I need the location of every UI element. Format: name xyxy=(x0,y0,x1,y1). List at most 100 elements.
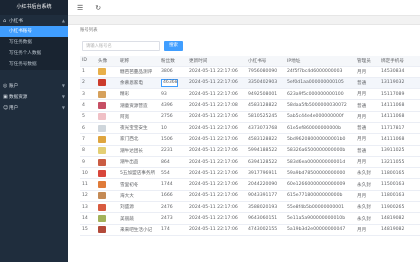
menu-group-label: 用户 xyxy=(9,105,19,111)
cell-admin: 永久封 xyxy=(355,212,379,225)
table-row[interactable]: 4 潮童资源营造 4396 2024-05-11 22:17:08 4583128822… xyxy=(80,99,420,112)
menu-group-xiaohongshu[interactable]: ⌂ 小红书 ▲ xyxy=(0,15,68,26)
sidebar-item-account-data[interactable]: 写任务号数据 xyxy=(0,59,68,70)
cell-ip: 55e8f4b5b00000000001 xyxy=(285,201,355,214)
table-row[interactable]: 10 5五加盟店事务所 554 2024-05-11 22:17:06 39177969… xyxy=(80,167,420,180)
cell-avatar xyxy=(96,212,118,225)
cell-ip: 5ef0d1aa000000000105 xyxy=(285,77,355,90)
table-header-row: ID 头像 昵称 粉丝数 更新时间 小红书号 IP地址 管理员 绑定手机号 xyxy=(80,56,420,67)
chevron-down-icon: ▼ xyxy=(61,83,65,88)
table-row[interactable]: 6 夜光宝宝安生 10 2024-05-11 22:17:06 4373073768 61… xyxy=(80,122,420,135)
cell-fans: 1744 xyxy=(159,178,187,191)
avatar xyxy=(98,68,106,76)
cell-phone: 13211055 xyxy=(379,156,420,169)
tab-strip xyxy=(68,16,420,25)
column-header: 更新时间 xyxy=(187,56,246,67)
table-row[interactable]: 8 潮牛达团长 2231 2024-05-11 22:17:06 5994188522 5… xyxy=(80,145,420,157)
cell-name: 5五加盟店事务所 xyxy=(118,167,159,180)
cell-fans: 46368 xyxy=(159,77,187,90)
column-header: 管理员 xyxy=(355,56,379,67)
cell-phone: 11800163 xyxy=(379,190,420,203)
cell-ip: 58326a6500000000000b xyxy=(285,145,355,157)
fans-edit-field[interactable]: 46368 xyxy=(161,78,178,87)
cell-name: 海大大 xyxy=(118,190,159,203)
cell-avatar xyxy=(96,111,118,123)
column-header[interactable]: ID xyxy=(80,56,96,67)
cell-id: 13 xyxy=(80,201,96,214)
app-title: 小红书后台系统 xyxy=(0,0,68,15)
table-row[interactable]: 12 海大大 1666 2024-05-11 22:17:06 9043391177 61… xyxy=(80,190,420,203)
table-row[interactable]: 14 美丽蔬 2473 2024-05-11 22:17:06 9643060151 5e… xyxy=(80,212,420,225)
cell-name: 美丽蔬 xyxy=(118,212,159,225)
cell-fans: 4396 xyxy=(159,99,187,112)
cell-name: 夜光宝宝安生 xyxy=(118,122,159,135)
avatar xyxy=(98,215,106,222)
cell-id: 3 xyxy=(80,88,96,101)
cell-phone: 14530834 xyxy=(379,66,420,78)
table-row[interactable]: 9 潮牛出品 864 2024-05-11 22:17:06 6394128522 583… xyxy=(80,156,420,169)
sidebar-item-task-data[interactable]: 写任务数据 xyxy=(0,37,68,48)
cell-admin: 永久封 xyxy=(355,167,379,180)
cell-time: 2024-05-11 22:17:06 xyxy=(187,190,246,203)
cell-rid: 4583128822 xyxy=(246,133,285,146)
refresh-icon[interactable]: ↻ xyxy=(95,4,101,12)
menu-group-label: 账户 xyxy=(9,83,19,89)
cell-admin: 普通 xyxy=(355,145,379,157)
table-row[interactable]: 15 来来吧生活小记 174 2024-05-11 22:17:06 474300215… xyxy=(80,224,420,236)
cell-fans: 864 xyxy=(159,156,187,169)
table-row[interactable]: 3 精彩 93 2024-05-11 22:17:06 9492508001 623a9f… xyxy=(80,88,420,101)
avatar xyxy=(98,135,106,143)
cell-rid: 4743002155 xyxy=(246,224,285,236)
menu-toggle-icon[interactable]: ☰ xyxy=(77,4,83,12)
cell-name: 阿宽 xyxy=(118,111,159,123)
cell-ip: 60e12660000000000009 xyxy=(285,178,355,191)
cell-fans: 554 xyxy=(159,167,187,180)
chevron-down-icon: ▼ xyxy=(61,105,65,110)
cell-rid: 2044220090 xyxy=(246,178,285,191)
cell-name: 刘盛源 xyxy=(118,201,159,214)
cell-rid: 3588020193 xyxy=(246,201,285,214)
cell-admin: 月月 xyxy=(355,66,379,78)
menu-group-users[interactable]: ☺ 用户 ▼ xyxy=(0,102,68,113)
table-row[interactable]: 1 糖芭芭蔓品测评 3806 2024-05-11 22:17:06 795608009… xyxy=(80,66,420,78)
cell-rid: 5994188522 xyxy=(246,145,285,157)
cell-time: 2024-05-11 22:17:06 xyxy=(187,167,246,180)
avatar xyxy=(98,79,106,87)
cell-id: 15 xyxy=(80,224,96,236)
cell-id: 12 xyxy=(80,190,96,203)
column-header: 头像 xyxy=(96,56,118,67)
cell-rid: 9492508001 xyxy=(246,88,285,101)
breadcrumb: 账号列表 xyxy=(80,28,98,33)
cell-fans: 2756 xyxy=(159,111,187,123)
cell-phone: 14111068 xyxy=(379,111,420,123)
cell-avatar xyxy=(96,145,118,157)
sidebar-item-personal-data[interactable]: 写任务个人数据 xyxy=(0,48,68,59)
avatar xyxy=(98,226,106,234)
menu-group-label: 小红书 xyxy=(9,18,23,24)
search-button[interactable]: 搜索 xyxy=(164,41,183,51)
table-row[interactable]: 11 雪里初冬 1744 2024-05-11 22:17:06 2044220090 6… xyxy=(80,178,420,191)
cell-time: 2024-05-11 22:17:06 xyxy=(187,178,246,191)
cell-admin: 月月 xyxy=(355,133,379,146)
search-input[interactable] xyxy=(82,41,160,51)
menu-group-account[interactable]: ◎ 账户 ▼ xyxy=(0,80,68,91)
cell-rid: 3917796911 xyxy=(246,167,285,180)
cell-rid: 9643060151 xyxy=(246,212,285,225)
cell-avatar xyxy=(96,66,118,78)
chevron-down-icon: ▼ xyxy=(61,94,65,99)
cell-name: 糖芭芭蔓品测评 xyxy=(118,66,159,78)
cell-admin: 月月 xyxy=(355,156,379,169)
sidebar-item-accounts[interactable]: 小红书账号 xyxy=(0,26,68,37)
cell-ip: 24f5f7bc4d6000000003 xyxy=(285,66,355,78)
menu-group-data[interactable]: ▣ 数据资源 ▼ xyxy=(0,91,68,102)
table-row[interactable]: 2 余慕恩家电 46368 2024-05-11 22:17:06 3350402903… xyxy=(80,77,420,90)
cell-phone: 11500163 xyxy=(379,178,420,191)
cell-rid: 4583128822 xyxy=(246,99,285,112)
table-row[interactable]: 5 阿宽 2756 2024-05-11 22:17:06 5810525245 5ab5… xyxy=(80,111,420,123)
cell-time: 2024-05-11 22:17:06 xyxy=(187,212,246,225)
table-row[interactable]: 7 家门西北 1506 2024-05-11 22:17:06 4583128822 5b… xyxy=(80,133,420,146)
table-row[interactable]: 13 刘盛源 2476 2024-05-11 22:17:06 3588020193 55… xyxy=(80,201,420,214)
column-header: 小红书号 xyxy=(246,56,285,67)
cell-avatar xyxy=(96,77,118,90)
cell-id: 1 xyxy=(80,66,96,78)
